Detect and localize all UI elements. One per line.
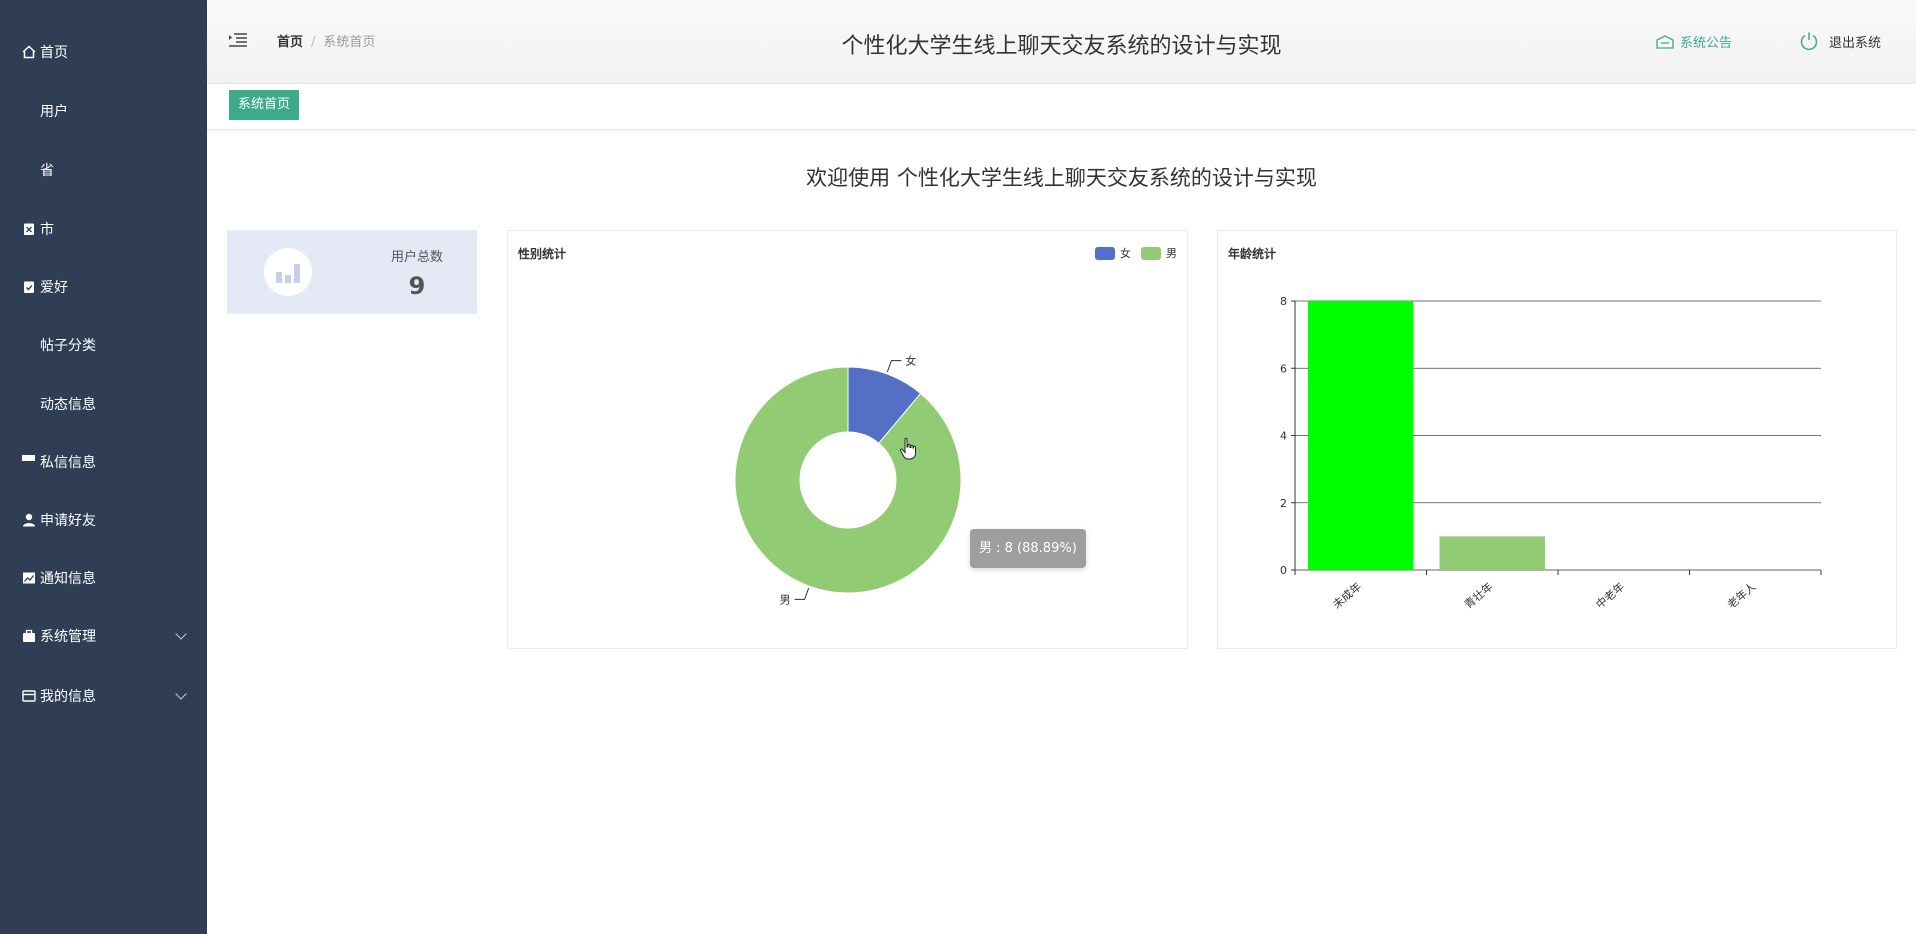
menu-toggle-icon[interactable] [229, 32, 247, 47]
stat-value: 9 [408, 272, 426, 300]
sidebar-item-province[interactable]: 省 [0, 152, 207, 188]
sidebar-item-my-info[interactable]: 我的信息 [0, 678, 207, 714]
sidebar-item-friend-request[interactable]: 申请好友 [0, 502, 207, 538]
sidebar-item-label: 私信信息 [40, 455, 96, 471]
sidebar-item-label: 通知信息 [40, 571, 96, 587]
notice-icon [1656, 34, 1674, 49]
bar-chart-icon [264, 248, 312, 296]
y-tick-label: 6 [1280, 362, 1287, 375]
y-tick-label: 4 [1280, 430, 1287, 443]
pie-label-0: 女 [905, 354, 916, 368]
sidebar-item-hobby[interactable]: 爱好 [0, 269, 207, 305]
sidebar-item-dynamic[interactable]: 动态信息 [0, 386, 207, 422]
sidebar-item-post-category[interactable]: 帖子分类 [0, 327, 207, 363]
sidebar-item-label: 帖子分类 [40, 338, 96, 354]
gender-donut-chart: 女男 [734, 354, 962, 606]
x-tick-label: 老年人 [1724, 579, 1758, 611]
gender-chart-panel: 性别统计 女 男 女男 [507, 230, 1188, 649]
breadcrumb-home[interactable]: 首页 [277, 35, 303, 50]
hand-cursor-icon [899, 437, 917, 461]
stat-label: 用户总数 [390, 250, 443, 265]
clipboard-check-icon [22, 280, 36, 294]
card-icon [22, 689, 36, 703]
sidebar-item-label: 省 [40, 163, 54, 179]
sidebar-item-city[interactable]: 市 [0, 211, 207, 247]
y-tick-label: 8 [1280, 295, 1287, 308]
chevron-down-icon [175, 628, 187, 640]
sidebar-item-label: 申请好友 [40, 513, 96, 529]
x-tick-label: 中老年 [1593, 579, 1627, 611]
sidebar-item-system-management[interactable]: 系统管理 [0, 618, 207, 654]
sidebar-item-label: 动态信息 [40, 397, 96, 413]
age-chart-panel: 年龄统计 0 2 4 6 8 未成年 青壮年 中老年 老年人 [1217, 230, 1897, 649]
pie-leader-line-1 [794, 587, 810, 600]
briefcase-icon [22, 629, 36, 643]
home-icon [22, 45, 36, 59]
list-icon [22, 455, 36, 469]
age-bar-chart: 0 2 4 6 8 未成年 青壮年 中老年 老年人 [1280, 295, 1822, 611]
pie-label-1: 男 [780, 593, 791, 606]
bar-1[interactable] [1439, 536, 1546, 570]
bar-0[interactable] [1308, 301, 1414, 570]
breadcrumb: 首页 / 系统首页 [277, 31, 375, 50]
sidebar: 首页 用户 省 市 爱好 帖子分类 动态信息 私信信息 申请好友 通知信息 系统… [0, 0, 207, 934]
sidebar-item-messages[interactable]: 私信信息 [0, 444, 207, 480]
sidebar-item-label: 用户 [40, 104, 68, 120]
grid-icon [22, 338, 36, 352]
sidebar-item-label: 系统管理 [40, 629, 96, 645]
logout-button[interactable]: 退出系统 [1799, 31, 1881, 51]
chart-icon [22, 571, 36, 585]
notice-label: 系统公告 [1680, 36, 1733, 51]
sidebar-item-label: 首页 [40, 45, 68, 61]
system-notice-button[interactable]: 系统公告 [1656, 32, 1732, 51]
tab-system-home[interactable]: 系统首页 [229, 90, 300, 120]
sidebar-item-label: 我的信息 [40, 689, 96, 705]
sidebar-item-users[interactable]: 用户 [0, 93, 207, 129]
power-icon [1799, 31, 1819, 51]
grid-icon [22, 104, 36, 118]
clipboard-icon [22, 222, 36, 236]
pie-leader-line-0 [886, 360, 902, 373]
tab-bar: 系统首页 [207, 84, 1916, 130]
pie-slice-1[interactable] [734, 366, 962, 594]
breadcrumb-separator: / [311, 35, 316, 50]
breadcrumb-current: 系统首页 [323, 35, 376, 50]
sidebar-item-notifications[interactable]: 通知信息 [0, 560, 207, 596]
welcome-heading: 欢迎使用 个性化大学生线上聊天交友系统的设计与实现 [806, 166, 1317, 190]
grid-icon [22, 163, 36, 177]
grid-icon [22, 397, 36, 411]
chevron-down-icon [175, 688, 187, 700]
top-header: 首页 / 系统首页 个性化大学生线上聊天交友系统的设计与实现 系统公告 退出系统 [207, 0, 1916, 84]
y-tick-label: 2 [1280, 497, 1287, 510]
sidebar-item-label: 市 [40, 222, 54, 238]
chart-tooltip: 男 : 8 (88.89%) [970, 529, 1086, 568]
y-tick-label: 0 [1280, 564, 1287, 577]
sidebar-item-home[interactable]: 首页 [0, 34, 207, 70]
user-icon [22, 513, 36, 527]
sidebar-item-label: 爱好 [40, 280, 68, 296]
x-tick-label: 未成年 [1330, 579, 1364, 611]
logout-label: 退出系统 [1829, 35, 1882, 51]
user-total-card: 用户总数 9 [227, 230, 477, 314]
x-tick-label: 青壮年 [1461, 579, 1495, 611]
